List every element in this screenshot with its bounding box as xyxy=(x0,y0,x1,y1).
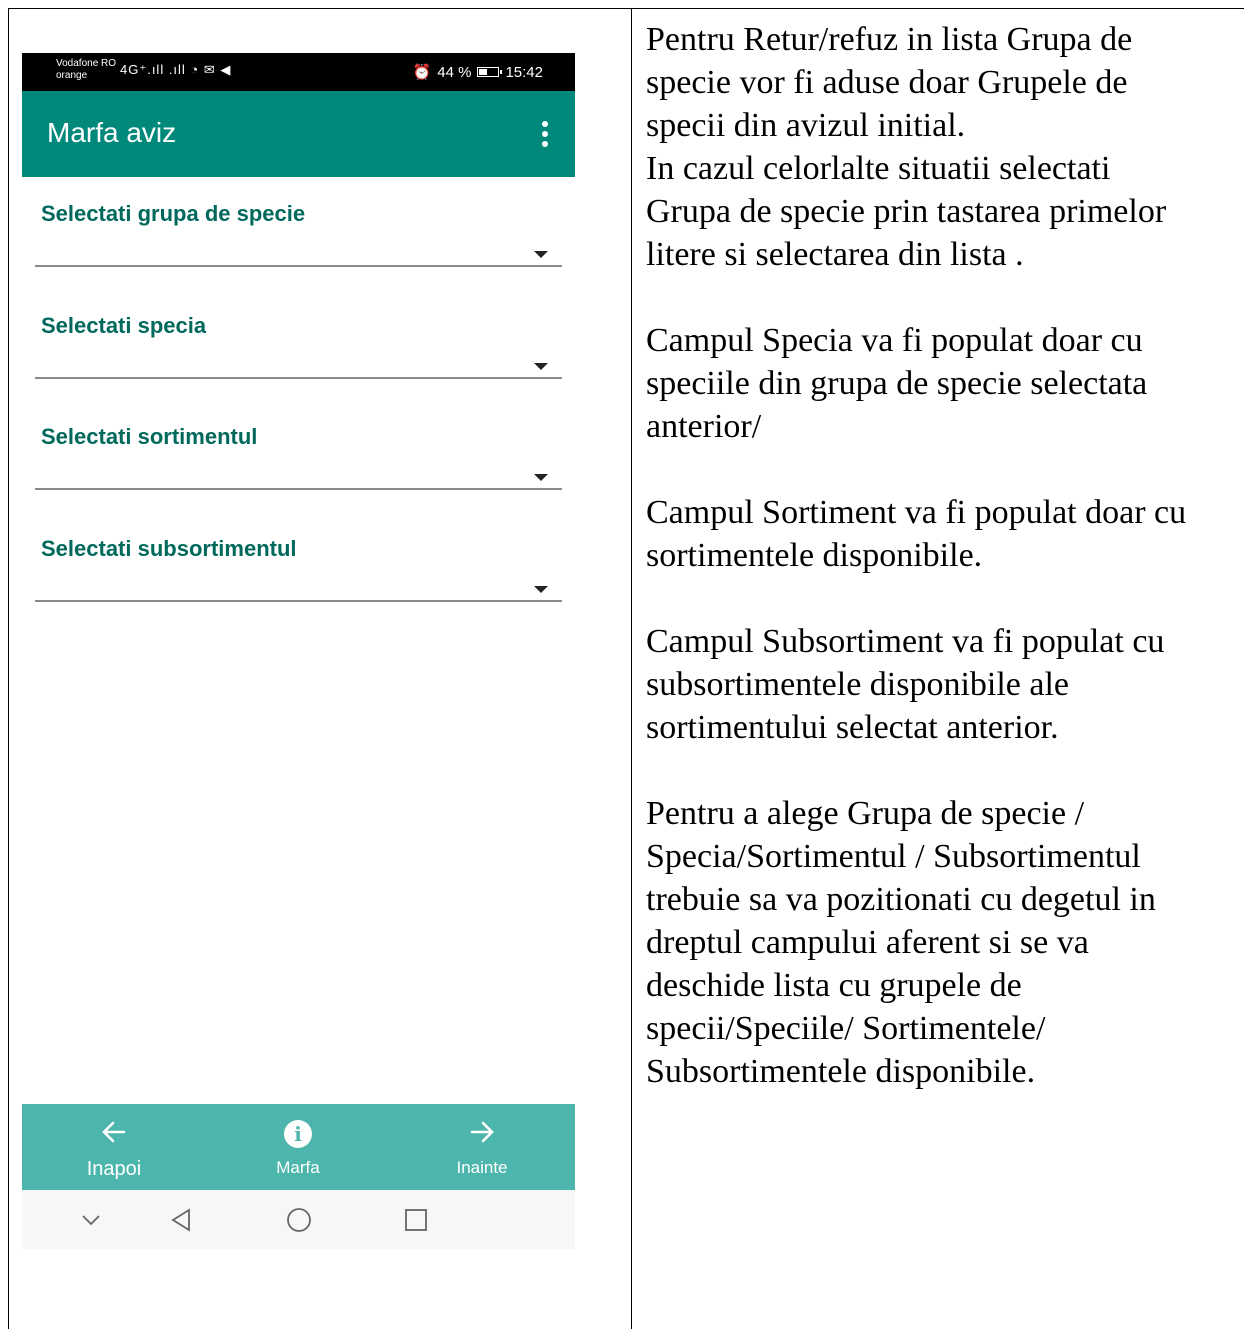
instruction-line: In cazul celorlalte situatii selectati xyxy=(646,150,1111,187)
app-bar: Marfa aviz xyxy=(22,91,575,177)
assortment-dropdown[interactable]: Selectati sortimentul xyxy=(35,424,562,514)
instruction-line: sortimentului selectat anterior. xyxy=(646,709,1059,746)
home-circle-icon[interactable] xyxy=(274,1190,324,1249)
status-right-group: ⏰ 44 % 15:42 xyxy=(412,63,543,82)
app-title: Marfa aviz xyxy=(47,117,177,148)
arrow-left-icon xyxy=(39,1118,189,1151)
dropdown-arrow-icon[interactable] xyxy=(534,586,548,593)
chevron-down-icon[interactable] xyxy=(66,1190,116,1249)
instruction-line: sortimentele disponibile. xyxy=(646,537,983,574)
network-status-icons: 4G⁺.ıll .ıll ◔ ✉ ◀ xyxy=(120,62,232,77)
instruction-line: specie vor fi aduse doar Grupele de xyxy=(646,64,1128,101)
field-underline xyxy=(35,600,562,602)
table-column-divider xyxy=(631,8,632,1329)
species-group-dropdown[interactable]: Selectati grupa de specie xyxy=(35,201,562,291)
battery-icon xyxy=(477,67,503,77)
nav-back-label: Inapoi xyxy=(86,1158,142,1180)
phone-screenshot: Vodafone RO orange 4G⁺.ıll .ıll ◔ ✉ ◀ ⏰ … xyxy=(22,53,575,1249)
carrier-info: Vodafone RO orange xyxy=(56,58,116,82)
nav-info-button[interactable]: i Marfa xyxy=(223,1104,373,1190)
instruction-line: speciile din grupa de specie selectata xyxy=(646,365,1148,402)
instruction-line: Subsortimentele disponibile. xyxy=(646,1053,1036,1090)
instruction-line: subsortimentele disponibile ale xyxy=(646,666,1070,703)
instruction-paragraph: Campul Subsortiment va fi populat cu subs… xyxy=(646,620,1242,749)
instruction-line: Specia/Sortimentul / Subsortimentul xyxy=(646,838,1141,875)
instruction-line: specii/Speciile/ Sortimentele/ xyxy=(646,1010,1046,1047)
instruction-line: Campul Specia va fi populat doar cu xyxy=(646,322,1143,359)
instruction-line: Grupa de specie prin tastarea primelor xyxy=(646,193,1167,230)
carrier-primary: Vodafone RO xyxy=(56,58,117,69)
alarm-icon: ⏰ xyxy=(412,64,432,81)
species-group-label: Selectati grupa de specie xyxy=(41,201,306,226)
back-triangle-icon[interactable] xyxy=(156,1190,206,1249)
field-underline xyxy=(35,377,562,379)
dropdown-arrow-icon[interactable] xyxy=(534,251,548,258)
subassortment-dropdown[interactable]: Selectati subsortimentul xyxy=(35,536,562,626)
nav-back-button[interactable]: Inapoi xyxy=(39,1104,189,1190)
instruction-line: trebuie sa va pozitionati cu degetul in xyxy=(646,881,1156,918)
instructions-text: Pentru Retur/refuz in lista Grupa de spec… xyxy=(646,18,1242,1136)
system-navigation-bar xyxy=(22,1190,575,1249)
dropdown-arrow-icon[interactable] xyxy=(534,474,548,481)
instruction-line: Pentru a alege Grupa de specie / xyxy=(646,795,1085,832)
field-underline xyxy=(35,488,562,490)
bottom-navigation: Inapoi i Marfa Inainte xyxy=(22,1104,575,1190)
dropdown-arrow-icon[interactable] xyxy=(534,363,548,370)
subassortment-label: Selectati subsortimentul xyxy=(41,536,297,561)
instruction-line: dreptul campului aferent si se va xyxy=(646,924,1089,961)
field-underline xyxy=(35,265,562,267)
species-dropdown[interactable]: Selectati specia xyxy=(35,313,562,403)
nav-next-button[interactable]: Inainte xyxy=(407,1104,557,1190)
species-label: Selectati specia xyxy=(41,313,207,338)
instruction-paragraph: Campul Specia va fi populat doar cu speci… xyxy=(646,319,1242,448)
instruction-line: litere si selectarea din lista . xyxy=(646,236,1024,273)
status-bar: Vodafone RO orange 4G⁺.ıll .ıll ◔ ✉ ◀ ⏰ … xyxy=(22,53,575,91)
clock: 15:42 xyxy=(505,63,543,81)
nav-info-label: Marfa xyxy=(276,1158,320,1177)
instruction-paragraph: Campul Sortiment va fi populat doar cu so… xyxy=(646,491,1242,577)
arrow-right-icon xyxy=(407,1118,557,1151)
recents-square-icon[interactable] xyxy=(391,1190,441,1249)
more-vert-icon[interactable] xyxy=(541,121,549,149)
assortment-label: Selectati sortimentul xyxy=(41,424,258,449)
nav-next-label: Inainte xyxy=(456,1158,508,1177)
instruction-line: anterior/ xyxy=(646,408,762,445)
instruction-paragraph: Pentru Retur/refuz in lista Grupa de spec… xyxy=(646,18,1242,276)
instruction-line: Campul Subsortiment va fi populat cu xyxy=(646,623,1165,660)
battery-percent: 44 % xyxy=(437,63,472,81)
carrier-secondary: orange xyxy=(56,70,88,81)
instruction-line: deschide lista cu grupele de xyxy=(646,967,1022,1004)
instruction-line: specii din avizul initial. xyxy=(646,107,966,144)
instruction-paragraph: Pentru a alege Grupa de specie / Specia/S… xyxy=(646,792,1242,1093)
instruction-line: Campul Sortiment va fi populat doar cu xyxy=(646,494,1187,531)
info-icon: i xyxy=(284,1120,312,1148)
instruction-line: Pentru Retur/refuz in lista Grupa de xyxy=(646,21,1133,58)
